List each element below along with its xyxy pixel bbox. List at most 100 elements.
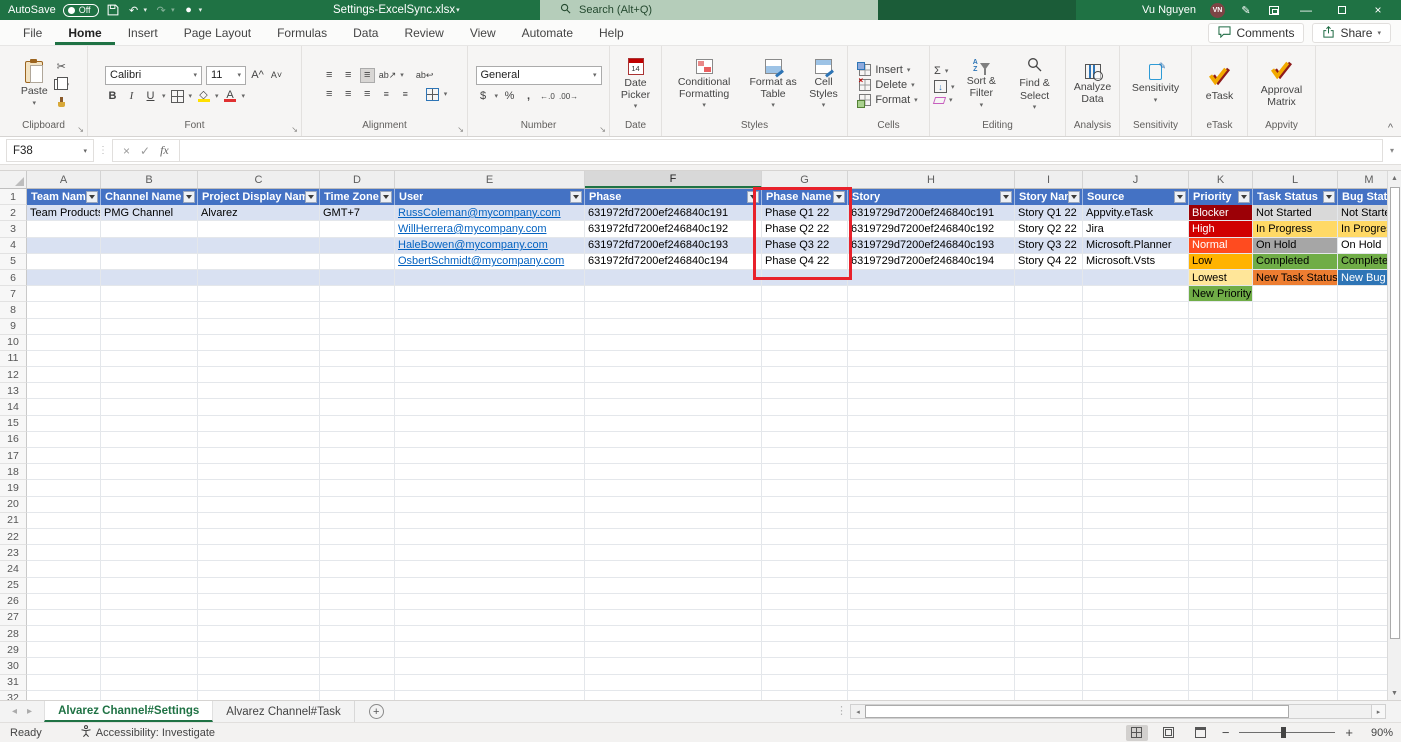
cell-K24[interactable] [1189,561,1253,577]
cell-B6[interactable] [101,270,198,286]
row-header-28[interactable]: 28 [0,626,27,642]
cell-L22[interactable] [1253,529,1338,545]
cell-J23[interactable] [1083,545,1189,561]
select-all-corner[interactable] [0,171,27,188]
row-header-7[interactable]: 7 [0,286,27,302]
cell-D21[interactable] [320,513,395,529]
conditional-formatting-button[interactable]: Conditional Formatting ▾ [666,57,742,112]
alignment-dialog-launcher[interactable]: ↘ [457,125,464,134]
cell-C19[interactable] [198,480,320,496]
filter-button[interactable] [1068,191,1080,203]
cell-F27[interactable] [585,610,762,626]
cell-C15[interactable] [198,416,320,432]
cell-I31[interactable] [1015,675,1083,691]
cell-D15[interactable] [320,416,395,432]
cell-H28[interactable] [848,626,1015,642]
cell-E13[interactable] [395,383,585,399]
cell-H2[interactable]: 6319729d7200ef246840c191 [848,205,1015,221]
autosum-button[interactable]: Σ▾ [934,65,948,77]
cell-L16[interactable] [1253,432,1338,448]
cell-E21[interactable] [395,513,585,529]
cell-E31[interactable] [395,675,585,691]
cell-F22[interactable] [585,529,762,545]
cell-C23[interactable] [198,545,320,561]
cell-K2[interactable]: Blocker [1189,205,1253,221]
cell-A9[interactable] [27,319,101,335]
cell-F10[interactable] [585,335,762,351]
cell-G18[interactable] [762,464,848,480]
italic-button[interactable]: I [124,89,139,104]
cell-J6[interactable] [1083,270,1189,286]
cell-G30[interactable] [762,658,848,674]
page-layout-view-button[interactable] [1158,725,1180,741]
row-header-13[interactable]: 13 [0,383,27,399]
format-cells-button[interactable]: Format▾ [859,94,917,106]
email-link[interactable]: RussColeman@mycompany.com [398,207,561,219]
cell-J26[interactable] [1083,594,1189,610]
cell-B7[interactable] [101,286,198,302]
row-header-26[interactable]: 26 [0,594,27,610]
cell-E4[interactable]: HaleBowen@mycompany.com [395,238,585,254]
cell-F15[interactable] [585,416,762,432]
cell-G32[interactable] [762,691,848,700]
cell-L9[interactable] [1253,319,1338,335]
cell-L3[interactable]: In Progress [1253,221,1338,237]
cell-C8[interactable] [198,302,320,318]
cell-K16[interactable] [1189,432,1253,448]
search-box[interactable]: Search (Alt+Q) [540,0,878,20]
orientation-button[interactable]: ab↗ [379,68,397,83]
cell-I3[interactable]: Story Q2 22 [1015,221,1083,237]
cell-G12[interactable] [762,367,848,383]
column-header-H[interactable]: H [848,171,1015,188]
cell-A5[interactable] [27,254,101,270]
column-header-F[interactable]: F [585,171,762,188]
decrease-font-button[interactable]: A˅ [269,68,284,83]
cell-G10[interactable] [762,335,848,351]
sheet-nav-right-icon[interactable]: ▸ [27,706,32,717]
cell-D9[interactable] [320,319,395,335]
cell-G13[interactable] [762,383,848,399]
row-header-5[interactable]: 5 [0,254,27,270]
vertical-scrollbar-thumb[interactable] [1390,187,1400,639]
share-button[interactable]: Share ▾ [1312,23,1391,43]
cell-C25[interactable] [198,578,320,594]
cell-E6[interactable] [395,270,585,286]
cell-C2[interactable]: Alvarez [198,205,320,221]
zoom-out-button[interactable]: − [1222,725,1230,740]
orientation-chevron-icon[interactable]: ▾ [400,71,404,79]
cell-J12[interactable] [1083,367,1189,383]
cell-A30[interactable] [27,658,101,674]
cell-J18[interactable] [1083,464,1189,480]
clear-button[interactable]: ▾ [934,96,953,104]
cell-J25[interactable] [1083,578,1189,594]
ribbon-display-options-icon[interactable] [1267,2,1281,18]
cell-C5[interactable] [198,254,320,270]
fill-button[interactable]: ↓▾ [934,80,955,93]
cell-G25[interactable] [762,578,848,594]
cell-C12[interactable] [198,367,320,383]
cell-H24[interactable] [848,561,1015,577]
cell-G27[interactable] [762,610,848,626]
cell-I23[interactable] [1015,545,1083,561]
filter-button[interactable] [1323,191,1335,203]
cell-I2[interactable]: Story Q1 22 [1015,205,1083,221]
cell-K26[interactable] [1189,594,1253,610]
cell-J24[interactable] [1083,561,1189,577]
ribbon-tab-view[interactable]: View [457,20,509,45]
row-header-6[interactable]: 6 [0,270,27,286]
cell-B25[interactable] [101,578,198,594]
cell-C7[interactable] [198,286,320,302]
underline-button[interactable]: U [143,89,158,104]
cell-G8[interactable] [762,302,848,318]
cell-K7[interactable]: New Priority [1189,286,1253,302]
cell-G14[interactable] [762,399,848,415]
cell-K31[interactable] [1189,675,1253,691]
cell-H23[interactable] [848,545,1015,561]
column-header-E[interactable]: E [395,171,585,188]
redo-button[interactable]: ↷ [154,2,168,18]
cell-I24[interactable] [1015,561,1083,577]
cell-D4[interactable] [320,238,395,254]
close-button[interactable]: × [1367,0,1389,20]
cell-C18[interactable] [198,464,320,480]
column-header-B[interactable]: B [101,171,198,188]
